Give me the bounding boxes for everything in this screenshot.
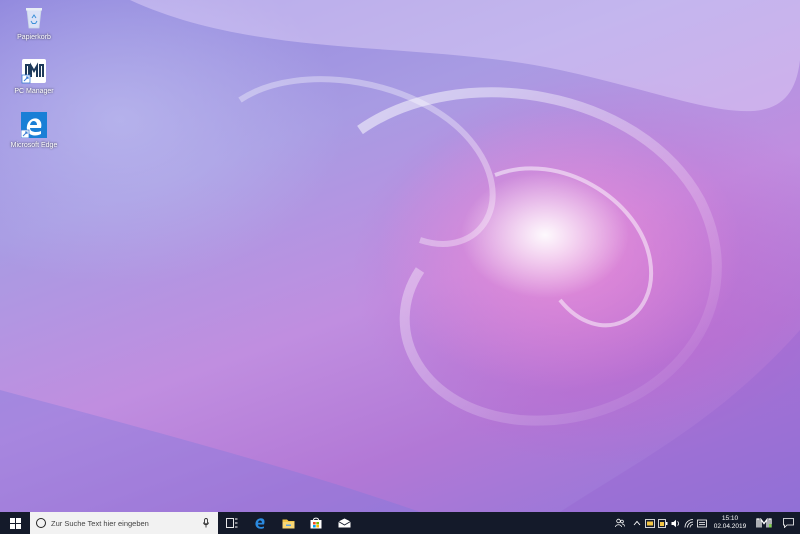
meeting-icon xyxy=(644,518,655,528)
taskbar-file-explorer-button[interactable] xyxy=(274,512,302,534)
edge-icon xyxy=(255,518,265,529)
input-icon xyxy=(696,519,707,527)
file-explorer-icon xyxy=(282,519,294,528)
taskbar-edge-button[interactable] xyxy=(246,512,274,534)
clock-time: 15:10 xyxy=(721,515,739,522)
volume-icon xyxy=(671,519,679,527)
search-box[interactable] xyxy=(30,512,218,534)
clock[interactable]: 15:10 02.04.2019 xyxy=(710,515,750,531)
microphone-icon[interactable] xyxy=(201,517,211,529)
pc-manager-tray-button[interactable] xyxy=(752,512,776,534)
cortana-icon xyxy=(36,518,46,528)
desktop-icon-label: PC Manager xyxy=(14,88,54,95)
start-button[interactable] xyxy=(0,512,30,534)
store-icon xyxy=(310,517,322,529)
notification-icon xyxy=(782,518,794,528)
pc-manager-icon xyxy=(21,58,47,84)
task-view-icon xyxy=(226,518,238,528)
desktop-icon-pc-manager[interactable]: PC Manager xyxy=(6,58,62,96)
mail-icon xyxy=(337,518,351,528)
action-center-button[interactable] xyxy=(776,512,800,534)
task-view-button[interactable] xyxy=(218,512,246,534)
desktop-icon-recycle-bin[interactable]: Papierkorb xyxy=(6,4,62,42)
edge-icon xyxy=(20,112,47,139)
network-button[interactable] xyxy=(682,512,695,534)
volume-button[interactable] xyxy=(669,512,682,534)
input-indicator-button[interactable] xyxy=(695,512,708,534)
taskbar: 15:10 02.04.2019 xyxy=(0,512,800,534)
tray-meeting-button[interactable] xyxy=(643,512,656,534)
battery-icon xyxy=(657,518,667,528)
people-icon xyxy=(615,518,625,528)
search-input[interactable] xyxy=(51,518,201,528)
pc-manager-icon xyxy=(756,518,772,528)
recycle-bin-icon xyxy=(21,4,47,30)
wallpaper-swirl xyxy=(0,0,800,512)
desktop-wallpaper: Papierkorb PC Manager Microsoft Edge xyxy=(0,0,800,512)
taskbar-mail-button[interactable] xyxy=(330,512,358,534)
desktop-icon-edge[interactable]: Microsoft Edge xyxy=(6,112,62,150)
show-hidden-icons-button[interactable] xyxy=(630,512,643,534)
windows-logo-icon xyxy=(9,517,21,529)
system-tray: 15:10 02.04.2019 xyxy=(610,512,800,534)
taskbar-store-button[interactable] xyxy=(302,512,330,534)
battery-button[interactable] xyxy=(656,512,669,534)
wifi-icon xyxy=(684,518,693,528)
chevron-up-icon xyxy=(633,520,640,526)
clock-date: 02.04.2019 xyxy=(713,523,747,530)
people-button[interactable] xyxy=(610,512,630,534)
desktop-icon-label: Microsoft Edge xyxy=(10,142,58,149)
desktop-icon-label: Papierkorb xyxy=(17,34,51,41)
